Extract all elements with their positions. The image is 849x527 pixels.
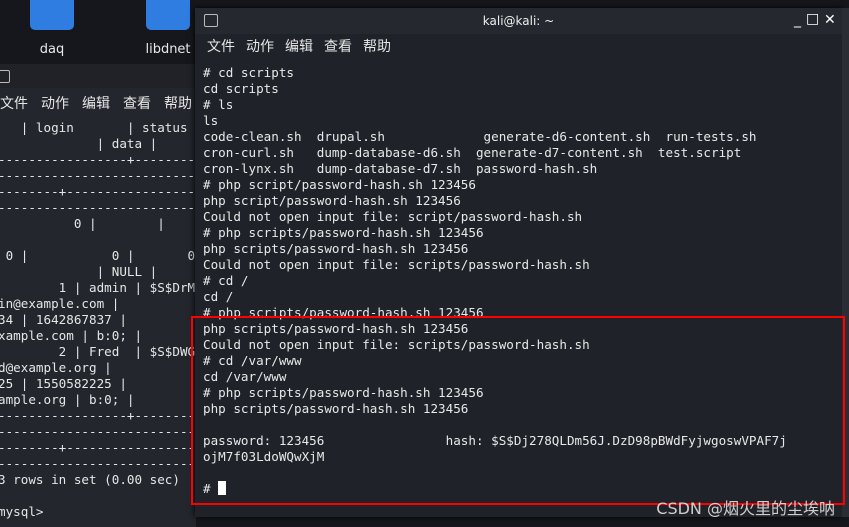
desktop-icon-daq[interactable]: daq <box>22 0 82 57</box>
terminal-line: --------+-------------------------------… <box>0 184 196 199</box>
menu-help[interactable]: 帮助 <box>164 96 192 112</box>
menu-view[interactable]: 查看 <box>123 96 151 112</box>
terminal-line: -----------------+------------+------- <box>0 152 196 167</box>
menu-edit[interactable]: 编辑 <box>82 96 110 112</box>
terminal-line: ample.org | b:0; | <box>0 392 135 407</box>
title-bar: kali@kali: ~ _ □ ✕ <box>195 8 842 34</box>
terminal-line: --------+-------------------------------… <box>0 440 196 455</box>
terminal-line: ---------------------------------+------… <box>0 168 196 183</box>
terminal-line: 3 rows in set (0.00 sec) <box>0 472 180 487</box>
terminal-line: 0 | | <box>0 216 165 231</box>
menu-file[interactable]: 文件 <box>207 39 235 55</box>
terminal-line: -----------------+------------+------- <box>0 408 196 423</box>
menu-help[interactable]: 帮助 <box>363 39 391 55</box>
terminal-line: | | <box>0 232 196 248</box>
minimize-button[interactable]: _ <box>794 12 801 28</box>
menu-action[interactable]: 动作 <box>246 39 274 55</box>
terminal-line: d@example.org | | <box>0 360 112 375</box>
terminal-line: ---------------------------------+------… <box>0 424 196 439</box>
folder-icon <box>30 0 74 30</box>
folder-icon <box>146 0 190 30</box>
terminal-line: | login | status <box>0 120 188 135</box>
terminal-line: cron-curl.sh dump-database-d6.sh generat… <box>203 145 742 160</box>
title-bar <box>0 64 196 88</box>
menu-action[interactable]: 动作 <box>41 96 69 112</box>
terminal-line: Could not open input file: scripts/passw… <box>203 257 590 272</box>
terminal-line: 2 | Fred | $S$DWGrxe <box>58 344 196 359</box>
watermark: CSDN @烟火里的尘埃呐 <box>656 499 835 518</box>
terminal-line: # php script/password-hash.sh 123456 <box>203 177 476 192</box>
highlight-box <box>191 316 845 505</box>
terminal-line: ------------------------------+--------+ <box>0 200 196 215</box>
terminal-line: cd scripts <box>203 81 279 96</box>
menu-file[interactable]: 文件 <box>0 96 28 112</box>
terminal-line: 1 | admin | $S$DrMq4z <box>58 280 196 295</box>
terminal-output: | login | status | data | ---------------… <box>0 120 196 520</box>
terminal-line: Could not open input file: script/passwo… <box>203 209 583 224</box>
terminal-line: 0 | 0 | 0 <box>0 248 196 263</box>
terminal-line: cd / <box>203 289 234 304</box>
menu-view[interactable]: 查看 <box>324 39 352 55</box>
maximize-button[interactable]: □ <box>806 11 819 27</box>
terminal-line: # ls <box>203 97 234 112</box>
terminal-line: in@example.com | | <box>0 296 120 311</box>
terminal-line: ------------------------------+--------+ <box>0 456 196 471</box>
terminal-line: # cd / <box>203 273 249 288</box>
terminal-line: 34 | 1642867837 | 1 <box>0 312 196 327</box>
terminal-line: code-clean.sh drupal.sh generate-d6-cont… <box>203 129 757 144</box>
terminal-line: php script/password-hash.sh 123456 <box>203 193 461 208</box>
terminal-icon <box>0 70 10 83</box>
terminal-line: xample.com | b:0; | <box>0 328 143 343</box>
terminal-line: cron-lynx.sh dump-database-d7.sh passwor… <box>203 161 598 176</box>
terminal-line: # php scripts/password-hash.sh 123456 <box>203 225 484 240</box>
terminal-line: # cd scripts <box>203 65 294 80</box>
window-title: kali@kali: ~ <box>482 14 555 28</box>
terminal-line: php scripts/password-hash.sh 123456 <box>203 241 469 256</box>
menu-bar: 文件 动作 编辑 查看 帮助 <box>0 93 196 113</box>
desktop-icon-libdnet[interactable]: libdnet <box>138 0 198 57</box>
terminal-line: ls <box>203 113 219 128</box>
terminal-line: mysql> <box>0 504 44 519</box>
close-button[interactable]: ✕ <box>824 12 836 28</box>
terminal-line: 25 | 1550582225 | 1 <box>0 376 196 391</box>
background-terminal-window[interactable]: 文件 动作 编辑 查看 帮助 | login | status | data | ----… <box>0 64 196 527</box>
menu-bar: 文件 动作 编辑 查看 帮助 <box>195 34 842 60</box>
terminal-line: | data | <box>0 136 158 151</box>
terminal-line: | NULL | <box>0 264 158 279</box>
menu-edit[interactable]: 编辑 <box>285 39 313 55</box>
